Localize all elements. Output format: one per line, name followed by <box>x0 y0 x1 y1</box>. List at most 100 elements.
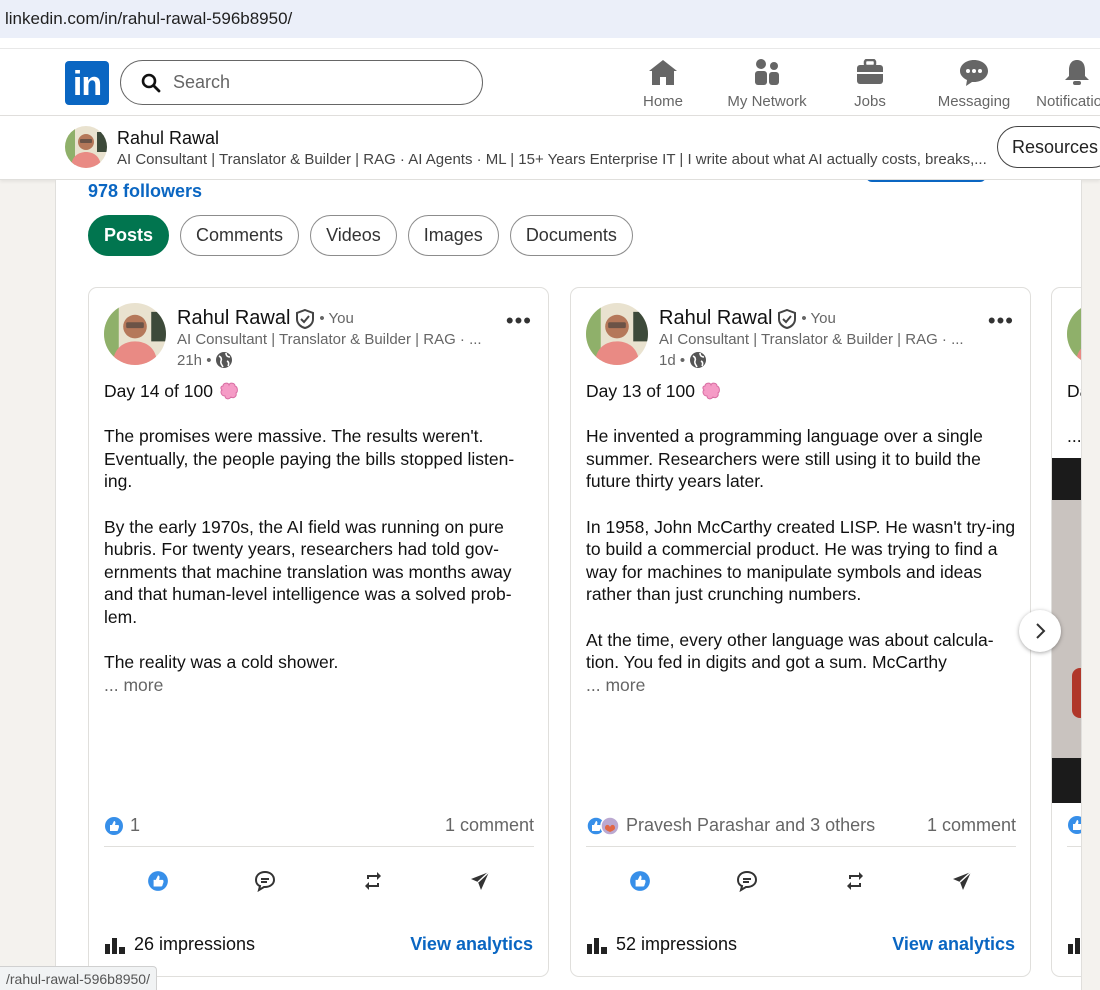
address-bar[interactable]: linkedin.com/in/rahul-rawal-596b8950/ <box>0 0 1100 38</box>
filter-videos[interactable]: Videos <box>310 215 397 256</box>
followers-link[interactable]: 978 followers <box>88 181 202 202</box>
nav-messaging[interactable]: Messaging <box>924 55 1024 110</box>
nav-home-label: Home <box>642 93 683 110</box>
linkedin-logo[interactable]: in <box>65 61 109 105</box>
social-counts: Pravesh Parashar and 3 others 1 comment <box>586 815 1016 836</box>
send-icon <box>471 871 490 890</box>
divider <box>104 846 534 847</box>
impressions-text: 26 impressions <box>134 934 256 954</box>
post-paragraph: At the time, every other language was ab… <box>586 629 994 673</box>
filter-images[interactable]: Images <box>407 215 499 256</box>
network-icon <box>755 59 779 85</box>
repost-button[interactable] <box>353 866 393 896</box>
author-avatar[interactable] <box>104 303 166 370</box>
post-meta: 21h • <box>177 351 233 369</box>
post-author[interactable]: Rahul Rawal • You <box>659 307 836 330</box>
comments-count[interactable]: 1 comment <box>927 815 1016 836</box>
verified-shield-icon <box>778 308 797 329</box>
like-icon <box>147 871 168 891</box>
chevron-right-icon <box>1036 623 1046 639</box>
search-box[interactable] <box>120 60 483 105</box>
reactions-text: Pravesh Parashar and 3 others <box>626 815 876 835</box>
see-more-link[interactable]: ... more <box>104 674 534 697</box>
filter-comments[interactable]: Comments <box>180 215 300 256</box>
globe-icon <box>690 352 707 368</box>
send-icon <box>953 871 972 890</box>
comment-icon <box>737 870 758 892</box>
send-button[interactable] <box>460 866 500 896</box>
post-author[interactable]: Rahul Rawal • You <box>177 307 354 330</box>
scrolled-button-edge <box>866 180 986 182</box>
sticky-profile-bar: Rahul Rawal AI Consultant | Translator &… <box>0 116 1100 180</box>
reactions-text: 1 <box>130 815 141 835</box>
view-analytics-link[interactable]: View analytics <box>892 934 1015 955</box>
bar-chart-icon <box>1068 938 1080 954</box>
nav-notifications[interactable]: Notifications <box>1027 55 1100 110</box>
nav-my-network-label: My Network <box>727 93 807 110</box>
nav-messaging-label: Messaging <box>937 93 1011 110</box>
briefcase-icon <box>857 59 883 84</box>
bar-chart-icon <box>105 937 125 954</box>
support-reaction-icon <box>600 815 620 836</box>
search-input[interactable] <box>173 72 453 93</box>
impressions: 26 impressions <box>104 934 255 955</box>
verified-shield-icon <box>296 308 315 329</box>
comment-button[interactable] <box>727 866 767 896</box>
post-actions <box>586 866 1016 896</box>
nav-jobs-label: Jobs <box>854 93 886 110</box>
globe-icon <box>216 352 233 368</box>
post-body: Day 13 of 100 He invented a programming … <box>586 380 1016 696</box>
reactions-count[interactable]: 1 <box>104 815 140 836</box>
view-analytics-link[interactable]: View analytics <box>410 934 533 955</box>
post-card: Rahul Rawal • You AI Consultant | Transl… <box>570 287 1031 977</box>
post-paragraph: He invented a programming language over … <box>586 426 983 492</box>
send-button[interactable] <box>942 866 982 896</box>
author-headline: AI Consultant | Translator & Builder | R… <box>177 331 482 348</box>
comments-count[interactable]: 1 comment <box>445 815 534 836</box>
profile-avatar[interactable] <box>65 126 107 173</box>
reaction-icons <box>586 815 620 836</box>
post-meta: 1d • <box>659 351 707 369</box>
toolbar-gap <box>0 38 1100 48</box>
comment-button[interactable] <box>245 866 285 896</box>
author-avatar[interactable] <box>1067 303 1081 370</box>
see-more-link[interactable]: ... more <box>586 674 1016 697</box>
search-icon <box>141 73 161 92</box>
post-actions <box>104 866 534 896</box>
post-paragraph: By the early 1970s, the AI field was run… <box>104 516 512 627</box>
nav-notifications-label: Notifications <box>1036 93 1100 110</box>
post-time: 21h • <box>177 351 212 369</box>
repost-button[interactable] <box>835 866 875 896</box>
author-name: Rahul Rawal <box>177 307 291 329</box>
author-headline: AI Consultant | Translator & Builder | R… <box>659 331 964 348</box>
reactions-count[interactable]: Pravesh Parashar and 3 others <box>586 815 875 836</box>
resources-button[interactable]: Resources <box>997 126 1100 168</box>
more-options-icon[interactable]: ••• <box>506 308 532 334</box>
nav-my-network[interactable]: My Network <box>717 55 817 110</box>
nav-jobs[interactable]: Jobs <box>820 55 920 110</box>
like-button[interactable] <box>620 866 660 896</box>
post-day: Da <box>1067 381 1081 401</box>
filter-posts[interactable]: Posts <box>88 215 170 256</box>
profile-name: Rahul Rawal <box>117 128 220 148</box>
bell-icon <box>1065 60 1089 85</box>
post-card: Rahul Rawal • You AI Consultant | Transl… <box>88 287 549 977</box>
author-avatar[interactable] <box>586 303 648 370</box>
more-options-icon[interactable]: ••• <box>988 308 1014 334</box>
like-button[interactable] <box>138 866 178 896</box>
post-ellipsis: ... <box>1067 426 1082 446</box>
nav-home[interactable]: Home <box>613 55 713 110</box>
post-paragraph: The reality was a cold shower. <box>104 652 339 673</box>
like-icon <box>629 871 650 891</box>
repost-icon <box>846 872 863 890</box>
post-paragraph: In 1958, John McCarthy created LISP. He … <box>586 516 1016 605</box>
filter-documents[interactable]: Documents <box>509 215 633 256</box>
social-counts: 1 1 comment <box>104 815 534 836</box>
carousel-next-button[interactable] <box>1019 610 1061 652</box>
url-text[interactable]: linkedin.com/in/rahul-rawal-596b8950/ <box>5 9 292 29</box>
post-day: Day 14 of 100 <box>104 381 213 401</box>
activity-section: 978 followers Posts Comments Videos Imag… <box>55 180 1082 990</box>
impressions-text: 52 impressions <box>616 934 738 954</box>
comment-icon <box>255 870 276 892</box>
you-label: • You <box>801 310 836 327</box>
